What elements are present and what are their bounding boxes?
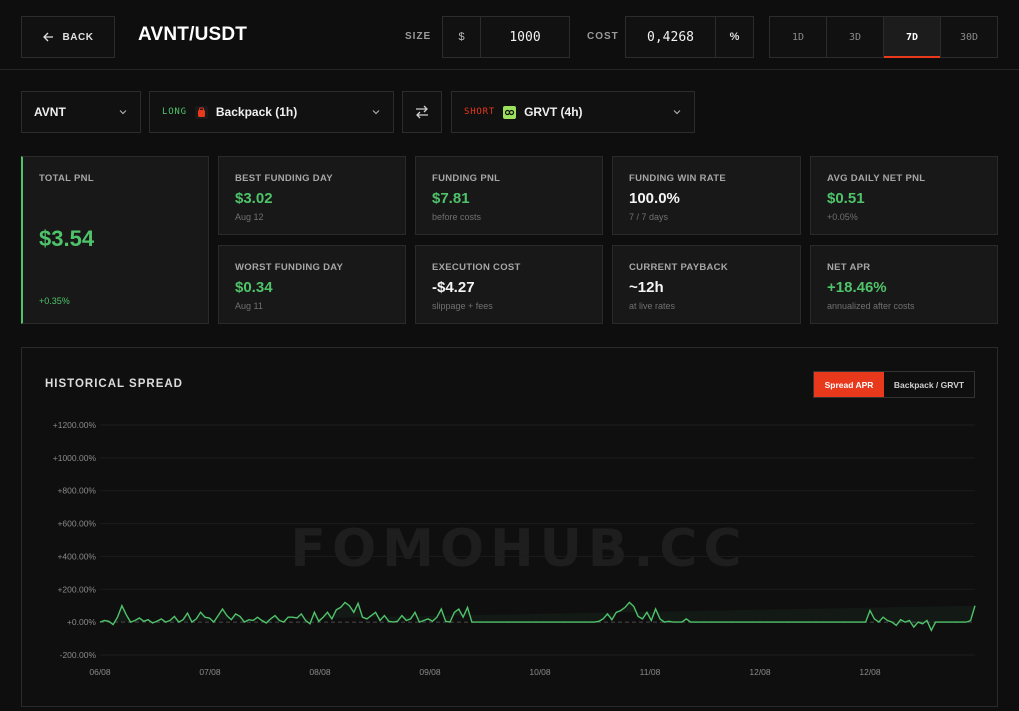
long-exchange-value: Backpack (1h) xyxy=(215,105,298,119)
y-tick-label: +200.00% xyxy=(57,584,96,594)
best-day-label: BEST FUNDING DAY xyxy=(235,173,333,184)
funding-win-rate-card: FUNDING WIN RATE 100.0% 7 / 7 days xyxy=(612,156,801,235)
cost-input[interactable]: 0,4268 xyxy=(626,17,715,57)
tab-30d[interactable]: 30D xyxy=(941,17,997,57)
net-apr-sub: annualized after costs xyxy=(827,301,915,311)
worst-day-sub: Aug 11 xyxy=(235,301,263,311)
top-bar: BACK AVNT/USDT SIZE $ 1000 COST 0,4268 %… xyxy=(0,0,1019,70)
back-label: BACK xyxy=(62,31,94,43)
x-tick-label: 06/08 xyxy=(89,667,111,677)
short-side-label: SHORT xyxy=(464,107,496,117)
spread-chart: FOMOHUB.CC +1200.00% +1000.00% +800.00% +60… xyxy=(53,420,976,677)
payback-sub: at live rates xyxy=(629,301,676,311)
x-tick-label: 11/08 xyxy=(640,667,661,677)
backpack-logo-icon xyxy=(194,105,208,119)
tab-7d[interactable]: 7D xyxy=(884,17,941,58)
y-tick-label: +1000.00% xyxy=(53,453,97,463)
avg-daily-value: $0.51 xyxy=(827,190,865,207)
percent-suffix: % xyxy=(715,17,753,57)
avg-daily-sub: +0.05% xyxy=(827,212,858,222)
worst-day-value: $0.34 xyxy=(235,279,273,296)
long-side-label: LONG xyxy=(162,107,187,117)
net-apr-value: +18.46% xyxy=(827,279,887,296)
asset-value: AVNT xyxy=(34,105,66,119)
chevron-down-icon xyxy=(119,110,127,115)
y-tick-label: +1200.00% xyxy=(53,420,97,430)
best-day-value: $3.02 xyxy=(235,190,273,207)
best-day-sub: Aug 12 xyxy=(235,212,264,222)
win-rate-value: 100.0% xyxy=(629,190,680,207)
cost-input-group: 0,4268 % xyxy=(625,16,754,58)
x-tick-label: 12/08 xyxy=(859,667,881,677)
y-tick-label: +400.00% xyxy=(57,551,96,561)
net-apr-card: NET APR +18.46% annualized after costs xyxy=(810,245,998,324)
win-rate-sub: 7 / 7 days xyxy=(629,212,669,222)
x-tick-label: 10/08 xyxy=(529,667,551,677)
avg-daily-net-pnl-card: AVG DAILY NET PNL $0.51 +0.05% xyxy=(810,156,998,235)
funding-pnl-label: FUNDING PNL xyxy=(432,173,501,184)
y-tick-label: +0.00% xyxy=(67,617,97,627)
size-input-group: $ 1000 xyxy=(442,16,570,58)
total-pnl-value: $3.54 xyxy=(39,226,95,251)
payback-value: ~12h xyxy=(629,279,664,296)
funding-pnl-sub: before costs xyxy=(432,212,482,222)
back-button[interactable]: BACK xyxy=(21,16,115,58)
chevron-down-icon xyxy=(673,110,681,115)
funding-pnl-value: $7.81 xyxy=(432,190,470,207)
cost-label: COST xyxy=(587,31,619,42)
funding-pnl-card: FUNDING PNL $7.81 before costs xyxy=(415,156,603,235)
payback-label: CURRENT PAYBACK xyxy=(629,262,728,273)
historical-spread-panel: HISTORICAL SPREAD Spread APR Backpack / … xyxy=(21,347,998,707)
arrow-left-icon xyxy=(42,32,53,42)
y-tick-label: -200.00% xyxy=(60,650,97,660)
best-funding-day-card: BEST FUNDING DAY $3.02 Aug 12 xyxy=(218,156,406,235)
total-pnl-label: TOTAL PNL xyxy=(39,173,94,184)
exec-cost-value: -$4.27 xyxy=(432,279,475,296)
net-apr-label: NET APR xyxy=(827,262,871,273)
page-title: AVNT/USDT xyxy=(138,24,248,45)
y-tick-label: +600.00% xyxy=(57,519,96,529)
swap-arrows-icon xyxy=(416,105,428,119)
grvt-logo-icon xyxy=(503,105,517,119)
execution-cost-card: EXECUTION COST -$4.27 slippage + fees xyxy=(415,245,603,324)
x-tick-label: 07/08 xyxy=(199,667,221,677)
size-input[interactable]: 1000 xyxy=(481,17,569,57)
swap-button[interactable] xyxy=(402,91,442,133)
range-tabs: 1D 3D 7D 30D xyxy=(769,16,998,58)
chevron-down-icon xyxy=(372,110,380,115)
avg-daily-label: AVG DAILY NET PNL xyxy=(827,173,926,184)
watermark: FOMOHUB.CC xyxy=(290,519,747,579)
worst-day-label: WORST FUNDING DAY xyxy=(235,262,344,273)
current-payback-card: CURRENT PAYBACK ~12h at live rates xyxy=(612,245,801,324)
tab-3d[interactable]: 3D xyxy=(827,17,884,57)
currency-prefix: $ xyxy=(443,17,481,57)
size-label: SIZE xyxy=(405,31,432,42)
x-tick-label: 08/08 xyxy=(309,667,331,677)
worst-funding-day-card: WORST FUNDING DAY $0.34 Aug 11 xyxy=(218,245,406,324)
total-pnl-card: TOTAL PNL $3.54 +0.35% xyxy=(21,156,209,324)
total-pnl-sub: +0.35% xyxy=(39,296,70,306)
exec-cost-sub: slippage + fees xyxy=(432,301,493,311)
tab-1d[interactable]: 1D xyxy=(770,17,827,57)
x-tick-label: 12/08 xyxy=(749,667,771,677)
short-exchange-select[interactable]: SHORT GRVT (4h) xyxy=(451,91,695,133)
series-area xyxy=(100,602,975,631)
asset-select[interactable]: AVNT xyxy=(21,91,141,133)
win-rate-label: FUNDING WIN RATE xyxy=(629,173,726,184)
exec-cost-label: EXECUTION COST xyxy=(432,262,521,273)
short-exchange-value: GRVT (4h) xyxy=(524,105,583,119)
x-tick-label: 09/08 xyxy=(419,667,441,677)
long-exchange-select[interactable]: LONG Backpack (1h) xyxy=(149,91,394,133)
y-tick-label: +800.00% xyxy=(57,486,96,496)
